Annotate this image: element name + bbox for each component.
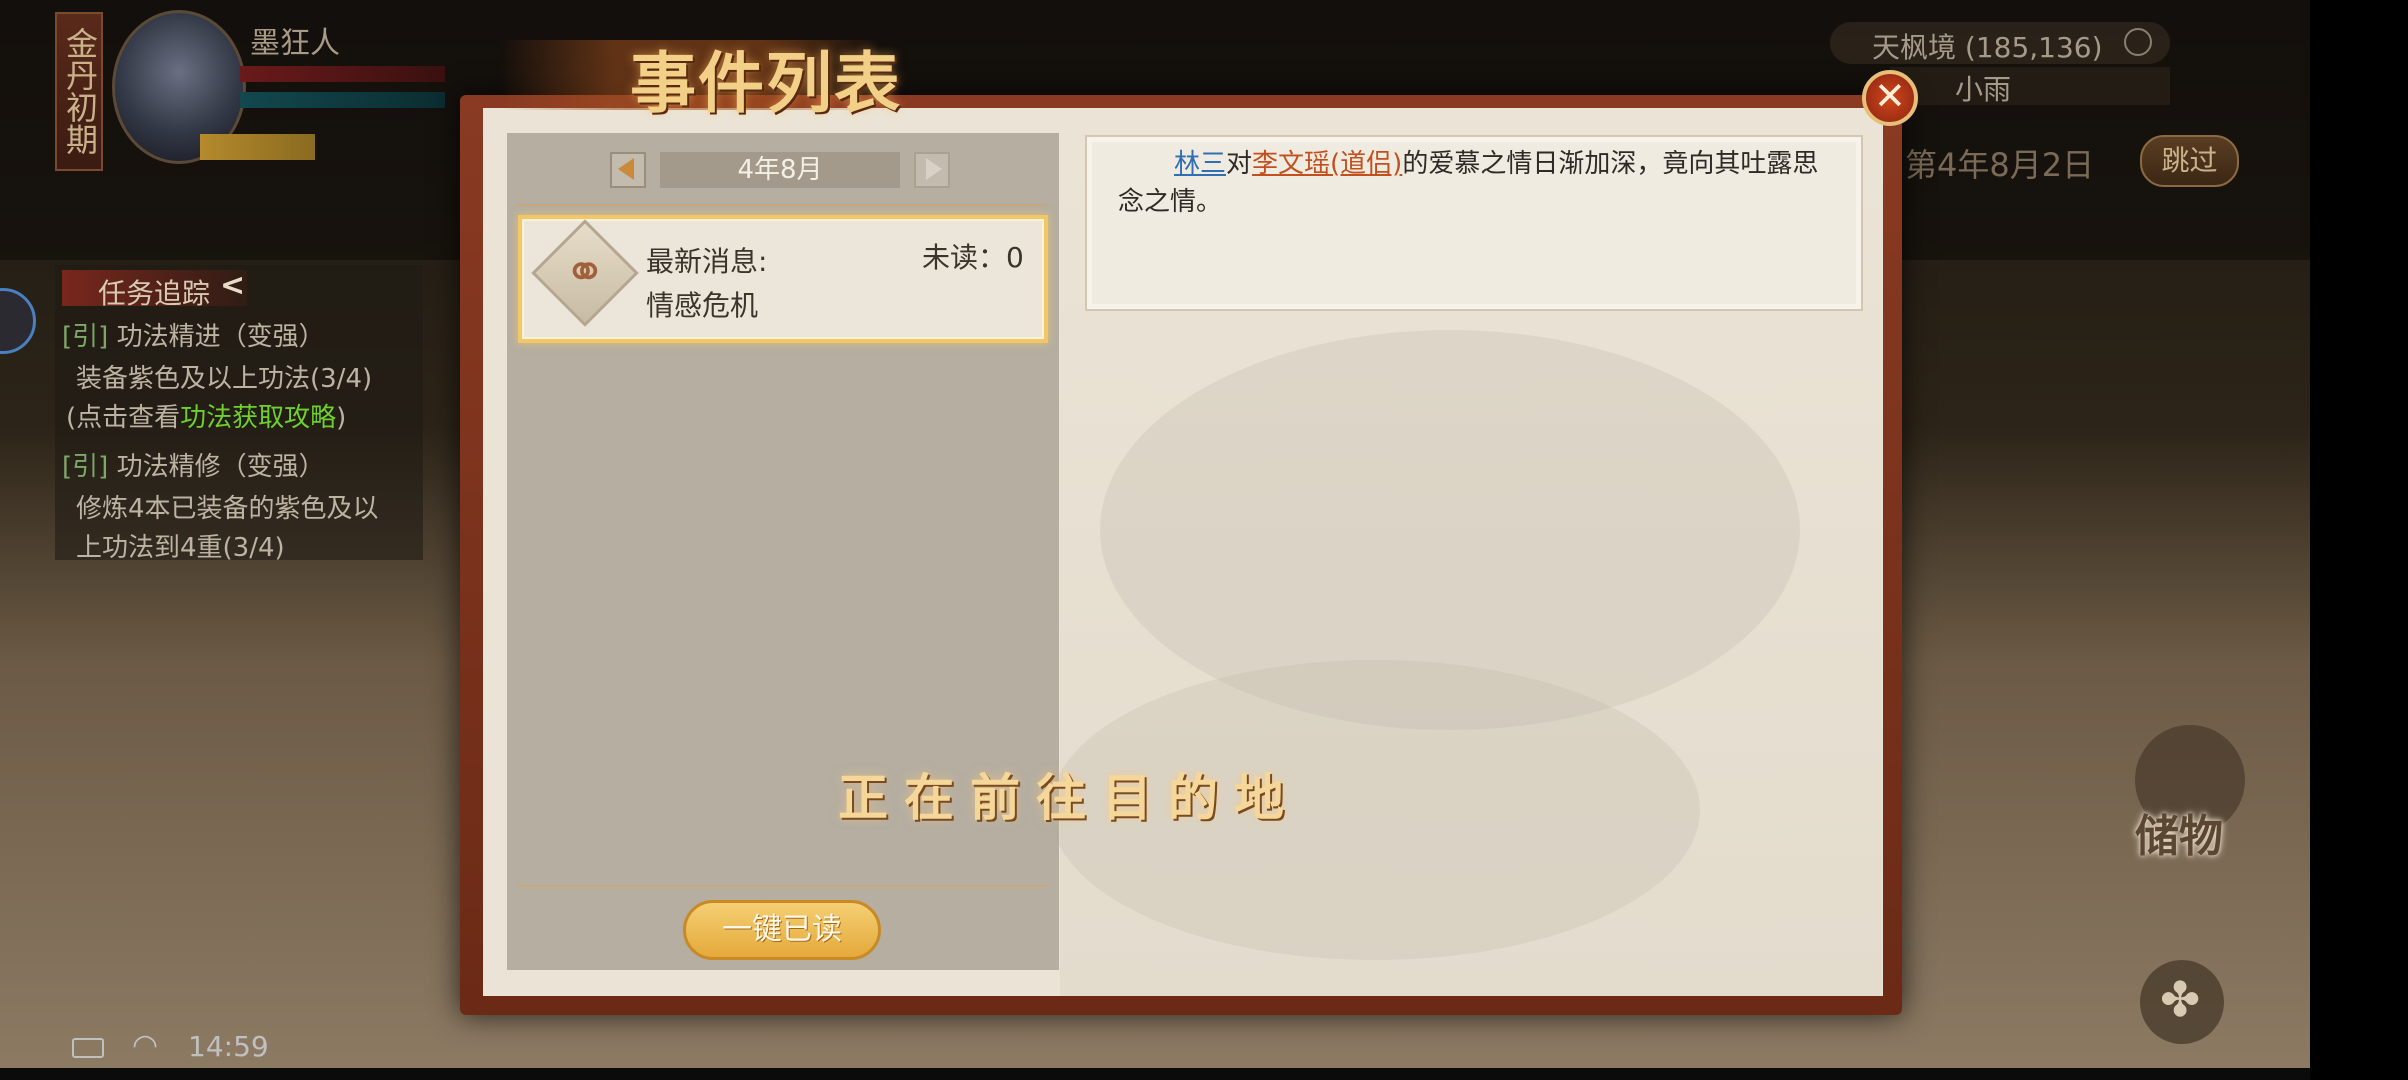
health-bar — [240, 66, 445, 82]
latest-message-label: 最新消息: — [646, 245, 768, 278]
location-label: 天枫境 (185,136) — [1872, 31, 2103, 64]
arrow-right-icon — [926, 158, 942, 180]
quest-desc: 装备紫色及以上功法(3/4) — [76, 364, 373, 394]
storage-button[interactable]: 储物 — [2135, 800, 2223, 864]
quest-item-1[interactable]: [引] 功法精进（变强） — [62, 316, 325, 353]
quest-item-2[interactable]: [引] 功法精修（变强） — [62, 446, 325, 483]
event-name: 情感危机 — [646, 289, 759, 322]
quest-desc: 上功法到4重(3/4) — [76, 533, 285, 563]
quest-name: 功法精修（变强） — [116, 452, 325, 482]
clover-icon: ✤ — [2160, 972, 2201, 1028]
dialog-title: 事件列表 — [630, 44, 902, 122]
status-time: 14:59 — [188, 1030, 269, 1063]
character-link[interactable]: 林三 — [1174, 149, 1226, 179]
month-label: 4年8月 — [737, 155, 823, 185]
weather-pill — [1890, 67, 2170, 105]
mana-bar — [240, 92, 445, 108]
screen-edge-bar — [2310, 0, 2408, 1080]
weather-label: 小雨 — [1955, 73, 2012, 106]
realm-label: 金丹初期 — [61, 27, 99, 155]
collapse-chevron-icon[interactable]: < — [220, 268, 245, 303]
wifi-icon: ◠ — [132, 1028, 159, 1063]
quest-name: 功法精进（变强） — [116, 322, 325, 352]
divider — [518, 204, 1048, 206]
unread-count: 未读：0 — [922, 241, 1024, 274]
close-icon: ✕ — [1874, 74, 1906, 118]
quest-hint[interactable]: (点击查看功法获取攻略) — [66, 397, 346, 434]
divider — [518, 885, 1048, 887]
travelling-status: 正在前往目的地 — [838, 768, 1300, 827]
search-icon[interactable] — [2124, 28, 2152, 56]
skip-button[interactable]: 跳过 — [2140, 135, 2239, 187]
quest-guide-link[interactable]: 功法获取攻略 — [180, 403, 336, 433]
quest-desc: 修炼4本已装备的紫色及以 — [76, 494, 379, 524]
experience-bar — [200, 134, 315, 160]
player-name: 墨狂人 — [250, 26, 340, 61]
quest-tag: [引] — [62, 452, 109, 482]
quest-tracker-title: 任务追踪 — [98, 277, 211, 310]
event-message: 林三对李文瑶(道侣)的爱慕之情日渐加深，竟向其吐露思念之情。 — [1118, 149, 1819, 217]
partner-link[interactable]: 李文瑶(道侣) — [1252, 149, 1402, 179]
game-screen: 金丹初期 墨狂人 任务追踪 < [引] 功法精进（变强） 装备紫色及以上功法(3… — [0, 0, 2408, 1080]
battery-icon — [72, 1038, 104, 1058]
arrow-left-icon — [618, 158, 634, 180]
mark-all-read-button[interactable]: 一键已读 — [683, 900, 881, 960]
couple-icon: ⚭ — [564, 243, 606, 301]
screen-bottom-bar — [0, 1068, 2310, 1080]
quest-tag: [引] — [62, 322, 109, 352]
game-date: 第4年8月2日 — [1905, 146, 2095, 184]
